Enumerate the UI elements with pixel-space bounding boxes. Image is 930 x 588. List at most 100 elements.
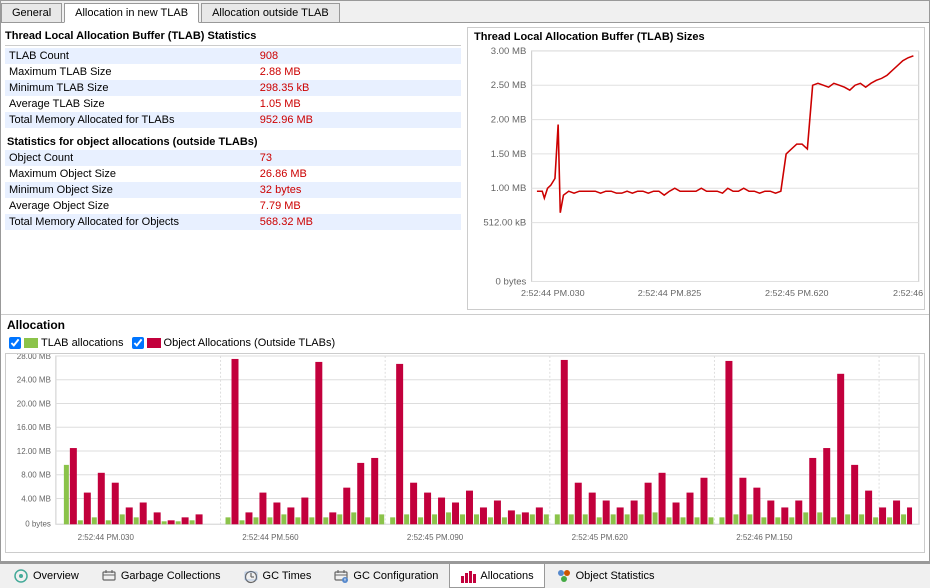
table-row: Maximum Object Size 26.86 MB: [5, 166, 461, 182]
tlab-count-label: TLAB Count: [5, 48, 256, 64]
legend-outside: Object Allocations (Outside TLABs): [132, 337, 336, 349]
tab-alloc-outside-tlab[interactable]: Allocation outside TLAB: [201, 3, 340, 22]
min-tlab-value: 298.35 kB: [256, 80, 461, 96]
stats-section: Thread Local Allocation Buffer (TLAB) St…: [5, 27, 461, 310]
outside-stats-title: Statistics for object allocations (outsi…: [5, 132, 461, 150]
svg-text:2:52:44 PM.560: 2:52:44 PM.560: [242, 533, 299, 542]
legend-tlab: TLAB allocations: [9, 337, 124, 349]
bottom-tabs: Overview Garbage Collections GC Times: [0, 562, 930, 588]
tlab-count-value: 908: [256, 48, 461, 64]
min-tlab-label: Minimum TLAB Size: [5, 80, 256, 96]
tlab-legend-color: [24, 338, 38, 348]
upper-section: Thread Local Allocation Buffer (TLAB) St…: [1, 23, 929, 314]
table-row: Maximum TLAB Size 2.88 MB: [5, 64, 461, 80]
tab-alloc-new-tlab[interactable]: Allocation in new TLAB: [64, 3, 199, 23]
tlab-chart-svg: 3.00 MB 2.50 MB 2.00 MB 1.50 MB 1.00 MB …: [468, 46, 924, 306]
svg-text:2:52:44 PM.825: 2:52:44 PM.825: [638, 289, 702, 299]
svg-text:2:52:45 PM.620: 2:52:45 PM.620: [572, 533, 629, 542]
svg-text:2:52:44 PM.030: 2:52:44 PM.030: [521, 289, 585, 299]
tab-objstats-label: Object Statistics: [576, 570, 655, 582]
avg-obj-value: 7.79 MB: [256, 198, 461, 214]
legend: TLAB allocations Object Allocations (Out…: [5, 335, 925, 351]
tab-gc-label: Garbage Collections: [121, 570, 221, 582]
obj-count-value: 73: [256, 150, 461, 166]
objstats-icon: [556, 568, 572, 584]
max-tlab-value: 2.88 MB: [256, 64, 461, 80]
tab-allocations-label: Allocations: [480, 570, 533, 582]
svg-text:2:52:45 PM.620: 2:52:45 PM.620: [765, 289, 829, 299]
allocation-section: Allocation TLAB allocations Object Alloc…: [1, 314, 929, 555]
tab-overview[interactable]: Overview: [2, 564, 90, 588]
gctimes-icon: [243, 568, 259, 584]
tab-gctimes[interactable]: GC Times: [232, 564, 323, 588]
table-row: Object Count 73: [5, 150, 461, 166]
bar-chart-container: 28.00 MB 24.00 MB 20.00 MB 16.00 MB 12.0…: [5, 353, 925, 553]
svg-text:2:52:46 PM.150: 2:52:46 PM.150: [736, 533, 793, 542]
svg-text:2:52:44 PM.030: 2:52:44 PM.030: [78, 533, 135, 542]
overview-icon: [13, 568, 29, 584]
outside-legend-checkbox[interactable]: [132, 337, 144, 349]
tab-gctimes-label: GC Times: [263, 570, 312, 582]
avg-obj-label: Average Object Size: [5, 198, 256, 214]
svg-text:20.00 MB: 20.00 MB: [17, 399, 51, 408]
top-tabs: General Allocation in new TLAB Allocatio…: [1, 1, 929, 23]
outside-legend-label: Object Allocations (Outside TLABs): [164, 337, 336, 349]
table-row: Total Memory Allocated for Objects 568.3…: [5, 214, 461, 230]
avg-tlab-value: 1.05 MB: [256, 96, 461, 112]
svg-text:2.50 MB: 2.50 MB: [491, 81, 527, 91]
outside-legend-color: [147, 338, 161, 348]
tab-gcconfig-label: GC Configuration: [353, 570, 438, 582]
svg-text:28.00 MB: 28.00 MB: [17, 354, 51, 361]
tlab-stats-table: TLAB Count 908 Maximum TLAB Size 2.88 MB…: [5, 48, 461, 128]
tab-gc[interactable]: Garbage Collections: [90, 564, 232, 588]
gcconfig-icon: [333, 568, 349, 584]
svg-text:512.00 kB: 512.00 kB: [483, 218, 526, 228]
table-row: Average TLAB Size 1.05 MB: [5, 96, 461, 112]
svg-text:12.00 MB: 12.00 MB: [17, 447, 51, 456]
svg-text:3.00 MB: 3.00 MB: [491, 46, 527, 56]
bar-chart-svg: 28.00 MB 24.00 MB 20.00 MB 16.00 MB 12.0…: [6, 354, 924, 552]
svg-text:4.00 MB: 4.00 MB: [21, 495, 51, 504]
content-area: General Allocation in new TLAB Allocatio…: [0, 0, 930, 562]
total-tlab-label: Total Memory Allocated for TLABs: [5, 112, 256, 128]
svg-text:24.00 MB: 24.00 MB: [17, 376, 51, 385]
min-obj-label: Minimum Object Size: [5, 182, 256, 198]
svg-text:0 bytes: 0 bytes: [496, 277, 527, 287]
total-obj-label: Total Memory Allocated for Objects: [5, 214, 256, 230]
table-row: TLAB Count 908: [5, 48, 461, 64]
alloc-icon: [460, 568, 476, 584]
svg-text:1.00 MB: 1.00 MB: [491, 184, 527, 194]
gc-icon: [101, 568, 117, 584]
tlab-size-chart: Thread Local Allocation Buffer (TLAB) Si…: [467, 27, 925, 310]
table-row: Total Memory Allocated for TLABs 952.96 …: [5, 112, 461, 128]
tlab-chart-title: Thread Local Allocation Buffer (TLAB) Si…: [468, 28, 924, 46]
obj-count-label: Object Count: [5, 150, 256, 166]
outside-stats-table: Object Count 73 Maximum Object Size 26.8…: [5, 150, 461, 230]
svg-text:16.00 MB: 16.00 MB: [17, 423, 51, 432]
svg-text:2:52:46: 2:52:46: [893, 289, 923, 299]
table-row: Minimum Object Size 32 bytes: [5, 182, 461, 198]
svg-text:8.00 MB: 8.00 MB: [21, 471, 51, 480]
allocation-title: Allocation: [5, 315, 925, 335]
tab-allocations[interactable]: Allocations: [449, 564, 544, 588]
min-obj-value: 32 bytes: [256, 182, 461, 198]
tab-general[interactable]: General: [1, 3, 62, 22]
avg-tlab-label: Average TLAB Size: [5, 96, 256, 112]
page-wrapper: General Allocation in new TLAB Allocatio…: [0, 0, 930, 588]
tab-gcconfig[interactable]: GC Configuration: [322, 564, 449, 588]
svg-text:2:52:45 PM.090: 2:52:45 PM.090: [407, 533, 464, 542]
tlab-legend-checkbox[interactable]: [9, 337, 21, 349]
tlab-stats-title: Thread Local Allocation Buffer (TLAB) St…: [5, 27, 461, 46]
max-obj-value: 26.86 MB: [256, 166, 461, 182]
tab-objstats[interactable]: Object Statistics: [545, 564, 666, 588]
max-tlab-label: Maximum TLAB Size: [5, 64, 256, 80]
total-tlab-value: 952.96 MB: [256, 112, 461, 128]
svg-text:0 bytes: 0 bytes: [25, 519, 51, 528]
tab-overview-label: Overview: [33, 570, 79, 582]
max-obj-label: Maximum Object Size: [5, 166, 256, 182]
table-row: Minimum TLAB Size 298.35 kB: [5, 80, 461, 96]
table-row: Average Object Size 7.79 MB: [5, 198, 461, 214]
total-obj-value: 568.32 MB: [256, 214, 461, 230]
tlab-legend-label: TLAB allocations: [41, 337, 124, 349]
svg-text:2.00 MB: 2.00 MB: [491, 115, 527, 125]
